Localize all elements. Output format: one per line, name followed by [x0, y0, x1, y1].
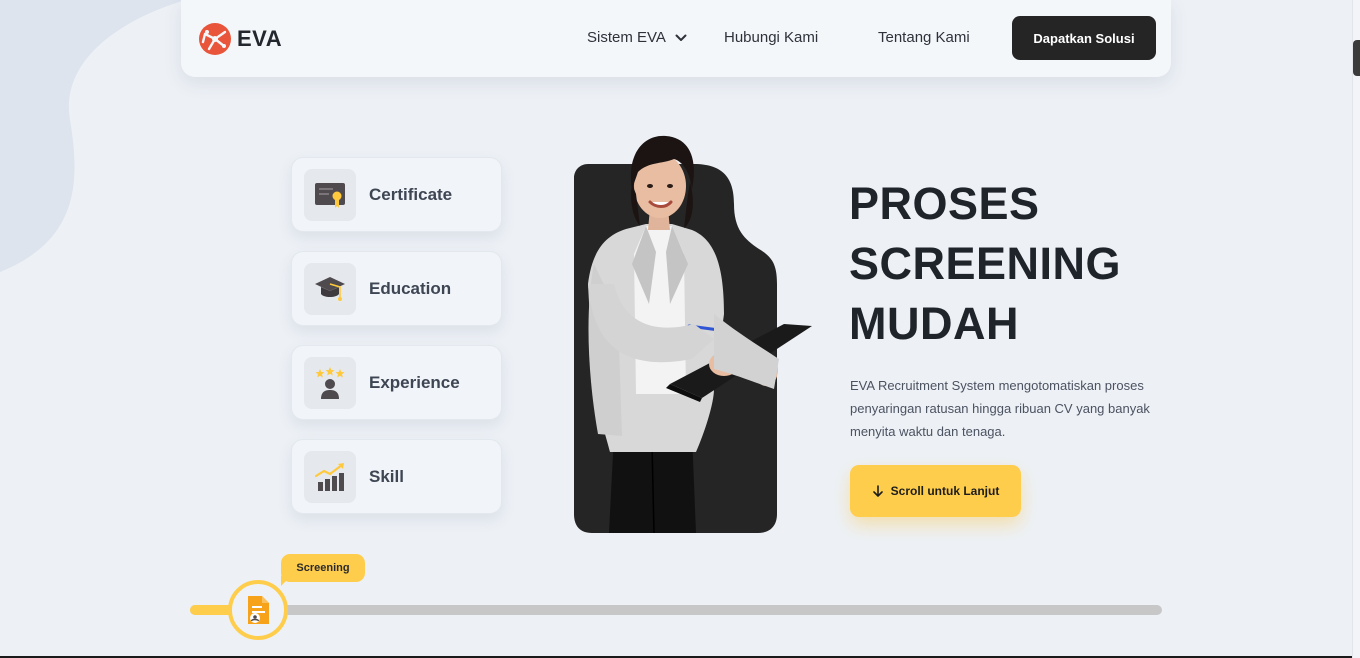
progress-knob[interactable] — [228, 580, 288, 640]
decorative-blob — [0, 0, 185, 272]
logo-text: EVA — [237, 26, 283, 51]
top-navbar: EVA Sistem EVA Hubungi Kami Tentang Kami… — [181, 0, 1171, 77]
certificate-icon — [315, 182, 345, 208]
hero-title-line: MUDAH — [849, 298, 1019, 349]
nav-item-label: Sistem EVA — [587, 29, 666, 46]
hero-title-line: SCREENING — [849, 238, 1122, 289]
page: EVA Sistem EVA Hubungi Kami Tentang Kami… — [0, 0, 1360, 658]
feature-card-experience[interactable]: Experience — [291, 345, 502, 420]
nav-item-tentang-kami[interactable]: Tentang Kami — [878, 29, 970, 46]
feature-label: Certificate — [369, 184, 453, 204]
scrollbar-thumb[interactable] — [1353, 40, 1360, 76]
feature-icon-box — [304, 356, 356, 409]
dapatkan-solusi-button[interactable]: Dapatkan Solusi — [1012, 16, 1156, 60]
stage-tooltip-tail — [281, 576, 291, 586]
graduation-cap-icon — [315, 276, 345, 301]
eva-logo-icon — [199, 23, 231, 55]
scroll-button-label: Scroll untuk Lanjut — [890, 484, 1000, 498]
feature-card-skill[interactable]: Skill — [291, 439, 502, 514]
document-user-icon — [248, 596, 269, 624]
chevron-down-icon — [675, 34, 687, 41]
scroll-continue-button[interactable]: Scroll untuk Lanjut — [850, 465, 1021, 517]
nav-item-label: Hubungi Kami — [724, 29, 819, 46]
feature-icon-box — [304, 168, 356, 221]
scrollbar-track[interactable] — [1352, 0, 1360, 658]
arrow-down-icon — [872, 485, 883, 497]
nav-item-hubungi-kami[interactable]: Hubungi Kami — [724, 29, 818, 46]
nav-item-sistem-eva[interactable]: Sistem EVA — [587, 29, 687, 46]
feature-label: Experience — [369, 372, 460, 392]
feature-label: Skill — [369, 466, 404, 486]
feature-card-certificate[interactable]: Certificate — [291, 157, 502, 232]
person-stars-icon — [315, 366, 345, 399]
nav-item-label: Tentang Kami — [878, 29, 970, 46]
stage-tooltip: Screening — [281, 554, 365, 582]
progress-track[interactable] — [190, 605, 1162, 615]
hero-photo — [574, 135, 812, 534]
hero-description: EVA Recruitment System mengotomatiskan p… — [850, 378, 1150, 439]
growth-chart-icon — [314, 462, 344, 491]
hero-title-line: PROSES — [849, 178, 1040, 229]
feature-card-education[interactable]: Education — [291, 251, 502, 326]
hero-title: PROSES SCREENING MUDAH — [849, 174, 1169, 354]
feature-icon-box — [304, 262, 356, 315]
feature-icon-box — [304, 450, 356, 503]
feature-label: Education — [369, 278, 452, 298]
logo[interactable]: EVA — [198, 22, 282, 56]
